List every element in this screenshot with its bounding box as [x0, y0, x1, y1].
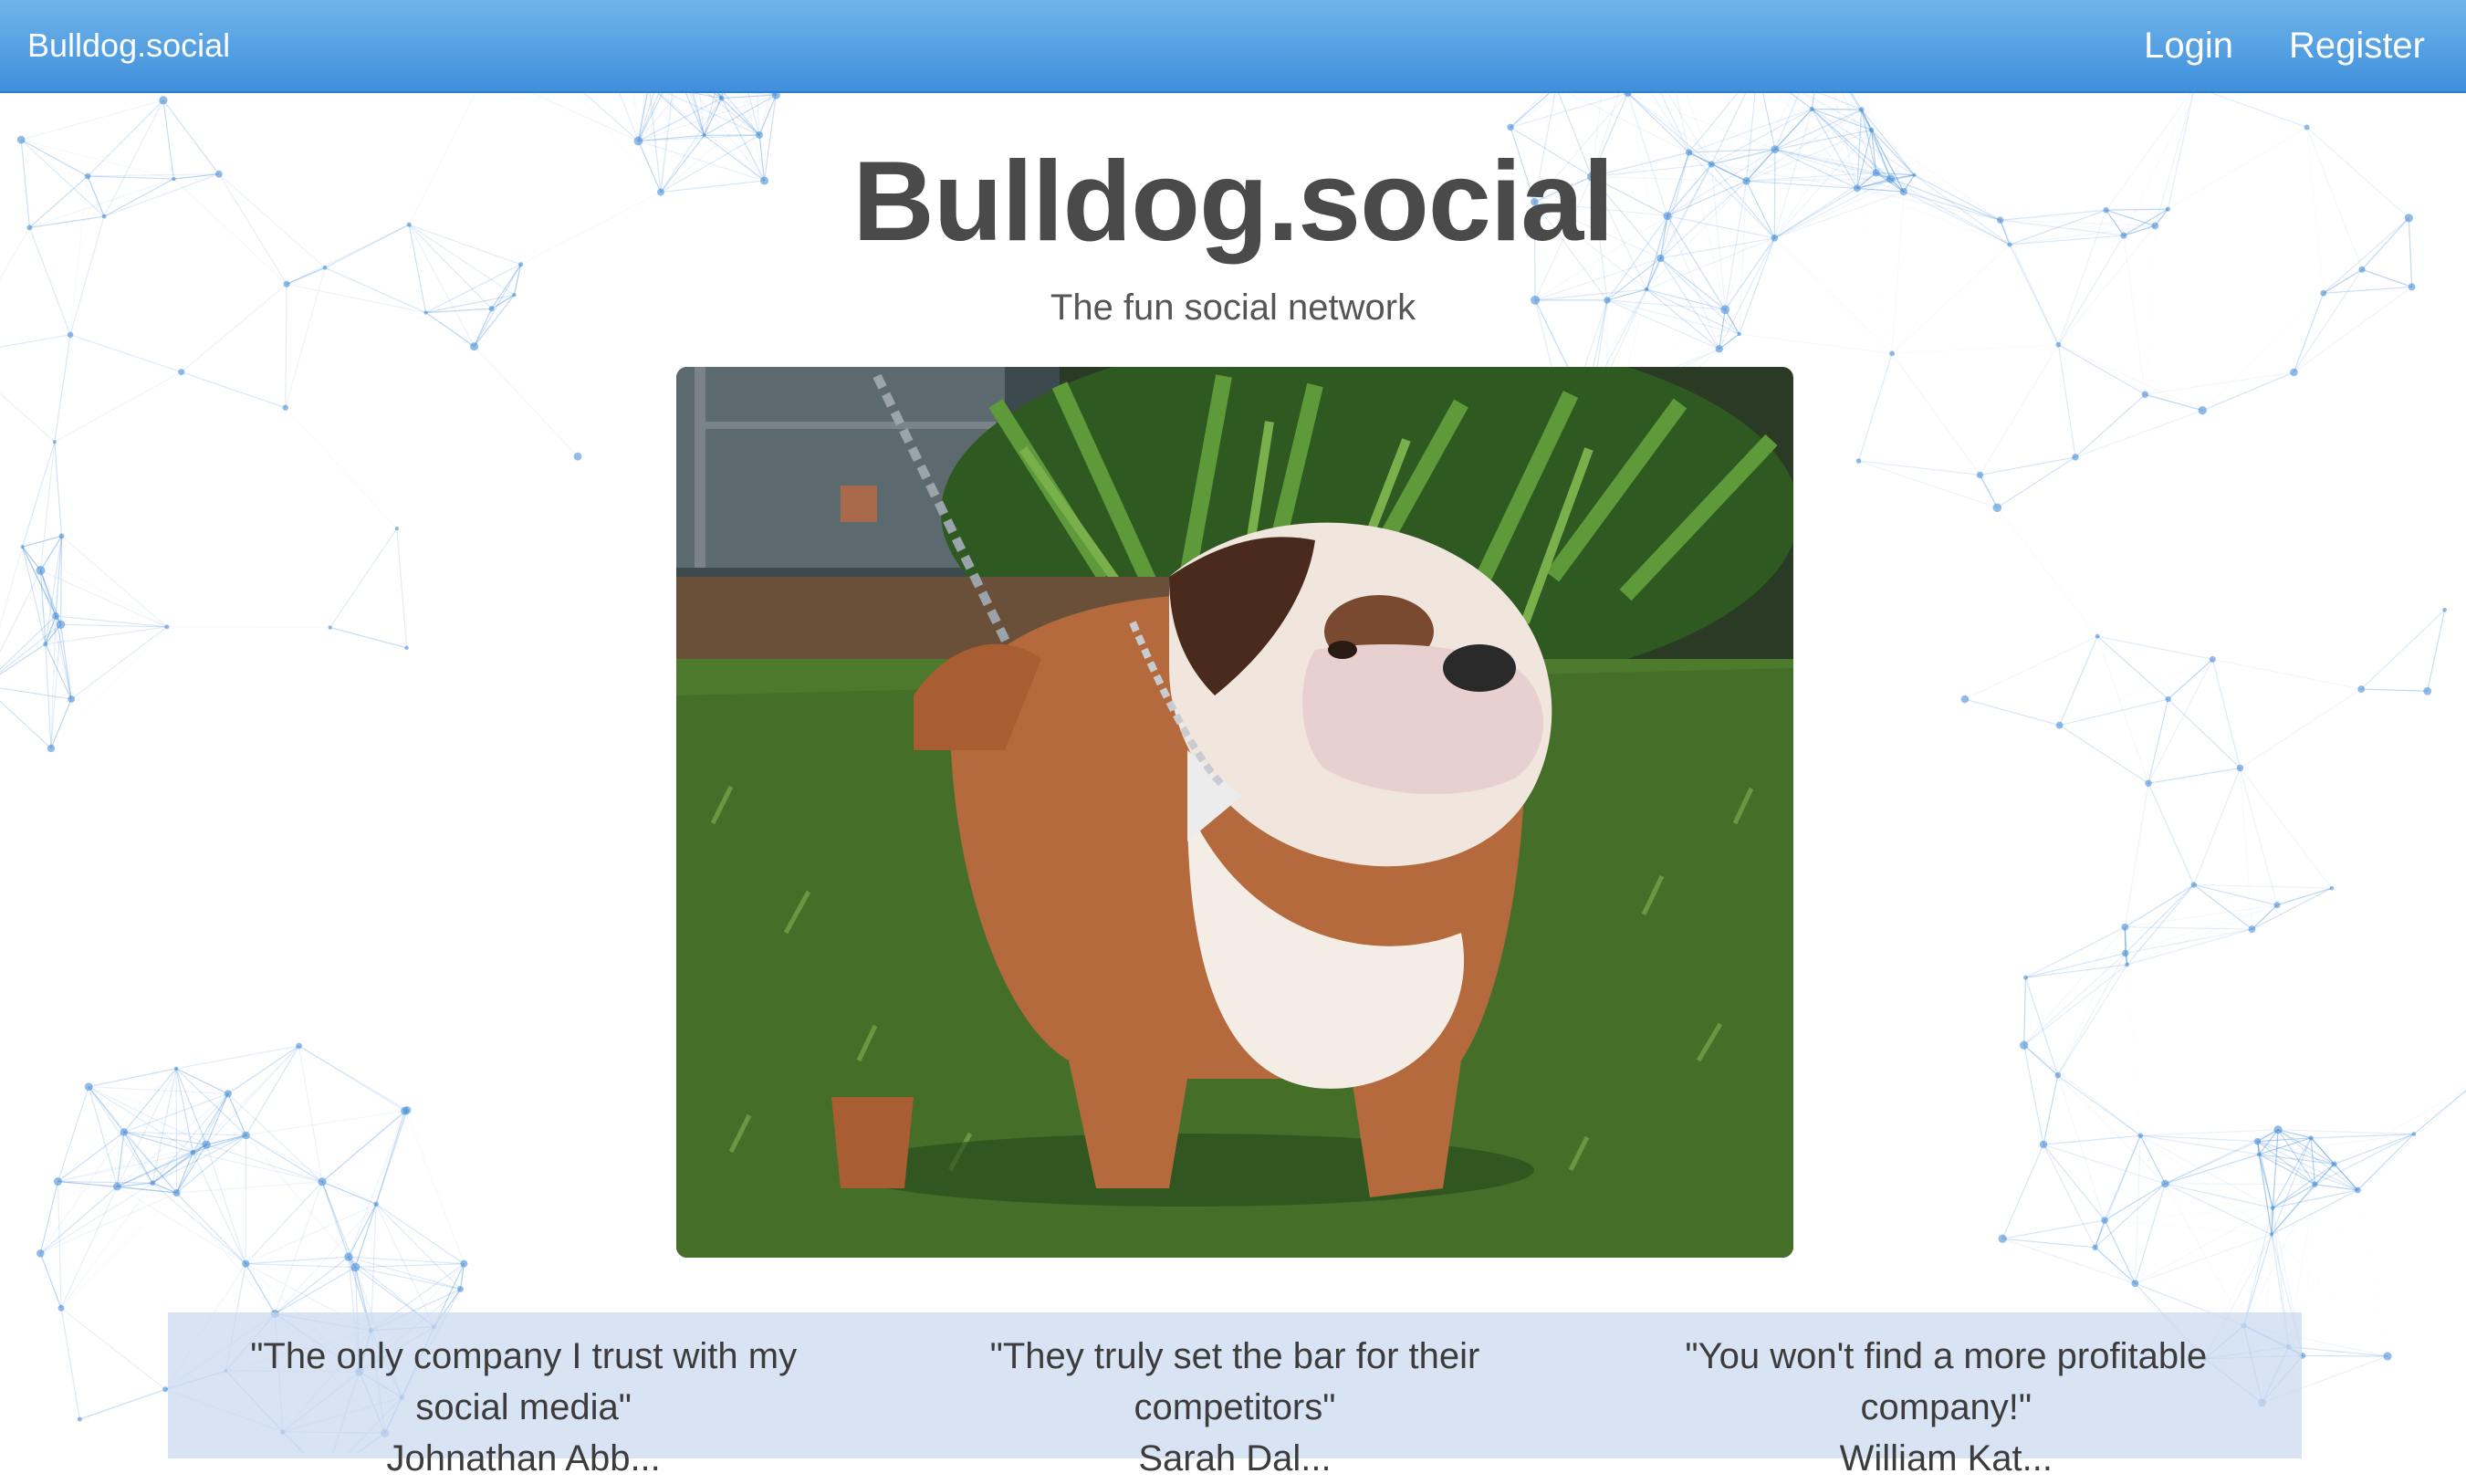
testimonials-band: "The only company I trust with my social… [168, 1312, 2302, 1458]
hero-bulldog-photo [676, 367, 1793, 1258]
page-title: Bulldog.social [0, 137, 2466, 266]
navbar: Bulldog.social Login Register [0, 0, 2466, 93]
testimonial-1: "The only company I trust with my social… [168, 1312, 879, 1458]
testimonial-3: "You won't find a more profitable compan… [1591, 1312, 2302, 1458]
testimonial-quote: "You won't find a more profitable compan… [1591, 1331, 2302, 1433]
testimonial-author: Johnathan Abb... [168, 1433, 879, 1484]
testimonial-author: Sarah Dal... [879, 1433, 1590, 1484]
testimonial-author: William Kat... [1591, 1433, 2302, 1484]
bulldog-illustration [676, 367, 1793, 1258]
page-subtitle: The fun social network [0, 287, 2466, 329]
brand-link[interactable]: Bulldog.social [27, 0, 230, 91]
testimonial-2: "They truly set the bar for their compet… [879, 1312, 1590, 1458]
testimonial-quote: "The only company I trust with my social… [168, 1331, 879, 1433]
testimonial-quote: "They truly set the bar for their compet… [879, 1331, 1590, 1433]
login-link[interactable]: Login [2144, 0, 2233, 91]
register-link[interactable]: Register [2289, 0, 2425, 91]
